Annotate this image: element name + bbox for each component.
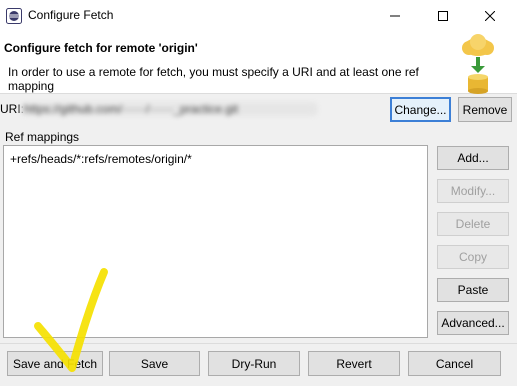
uri-value: https://github.com/······/······_practic…: [20, 102, 318, 116]
window-title: Configure Fetch: [28, 8, 114, 22]
close-icon: [485, 10, 495, 21]
paste-ref-button[interactable]: Paste: [437, 278, 509, 302]
remove-uri-button[interactable]: Remove: [458, 97, 512, 122]
minimize-icon: [390, 15, 400, 16]
modify-ref-button[interactable]: Modify...: [437, 179, 509, 203]
eclipse-icon: [6, 8, 22, 24]
change-uri-button[interactable]: Change...: [390, 97, 451, 122]
revert-button[interactable]: Revert: [308, 351, 400, 376]
delete-ref-button[interactable]: Delete: [437, 212, 509, 236]
copy-ref-button[interactable]: Copy: [437, 245, 509, 269]
title-bar: Configure Fetch: [0, 0, 517, 31]
dialog-description: In order to use a remote for fetch, you …: [8, 65, 419, 93]
maximize-icon: [438, 10, 448, 21]
remote-repository-icon: [462, 34, 494, 94]
ref-mappings-label: Ref mappings: [5, 130, 80, 144]
dialog-title: Configure fetch for remote 'origin': [4, 41, 198, 55]
save-and-fetch-button[interactable]: Save and Fetch: [7, 351, 103, 376]
save-button[interactable]: Save: [109, 351, 200, 376]
minimize-button[interactable]: [372, 0, 418, 31]
dry-run-button[interactable]: Dry-Run: [208, 351, 300, 376]
close-button[interactable]: [467, 0, 513, 31]
footer-divider: [0, 343, 517, 344]
advanced-button[interactable]: Advanced...: [437, 311, 509, 335]
list-item[interactable]: +refs/heads/*:refs/remotes/origin/*: [10, 152, 192, 166]
dialog-header: Configure fetch for remote 'origin' In o…: [0, 31, 517, 94]
maximize-button[interactable]: [420, 0, 466, 31]
ref-mappings-list[interactable]: +refs/heads/*:refs/remotes/origin/*: [3, 145, 428, 338]
add-ref-button[interactable]: Add...: [437, 146, 509, 170]
cancel-button[interactable]: Cancel: [408, 351, 501, 376]
